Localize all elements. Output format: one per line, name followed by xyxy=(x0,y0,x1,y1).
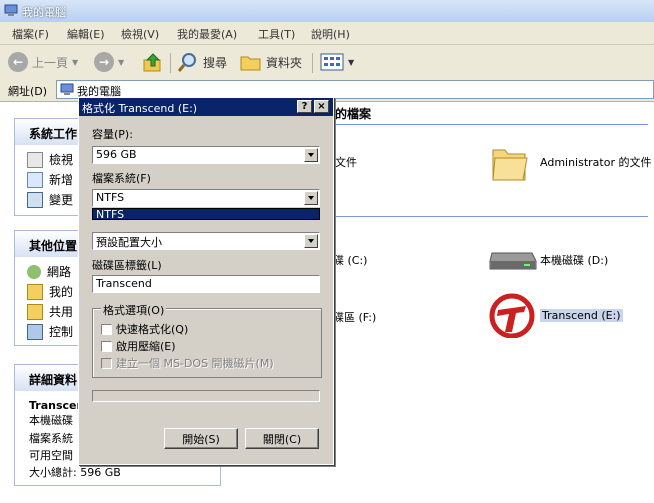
view-info-icon xyxy=(27,151,43,168)
chevron-down-icon: ▼ xyxy=(72,57,79,67)
checkbox-box[interactable] xyxy=(101,323,112,335)
menu-favorites[interactable]: 我的最愛(A) xyxy=(177,26,237,42)
filesystem-select[interactable]: NTFS xyxy=(92,189,320,207)
up-folder-icon xyxy=(143,53,161,72)
checkbox-box[interactable] xyxy=(101,340,112,352)
close-icon[interactable]: × xyxy=(314,100,329,113)
task-item-change[interactable]: 變更 xyxy=(27,191,73,208)
details-total: 大小總計: 596 GB xyxy=(29,466,121,479)
folders-button[interactable]: 資料夾 xyxy=(240,51,302,73)
drive-f-label[interactable]: 碟區 (F:) xyxy=(333,309,376,325)
search-icon xyxy=(177,53,196,72)
menu-view[interactable]: 檢視(V) xyxy=(121,26,159,42)
details-free: 可用空間 xyxy=(29,449,73,462)
drive-d-label[interactable]: 本機磁碟 (D:) xyxy=(540,252,608,268)
quick-format-checkbox[interactable]: 快速格式化(Q) xyxy=(101,321,188,337)
task-item-add[interactable]: 新增 xyxy=(27,171,73,188)
control-panel-icon xyxy=(27,323,43,340)
window-title: 我的電腦 xyxy=(22,6,66,19)
allocation-size-select[interactable]: 預設配置大小 xyxy=(92,232,320,250)
alloc-label-obscured xyxy=(92,220,320,230)
address-label: 網址(D) xyxy=(8,85,48,98)
toolbar: ← 上一頁 ▼ → ▼ 搜尋 資料夾 ▼ xyxy=(0,45,654,80)
chevron-down-icon[interactable] xyxy=(304,234,318,248)
menu-bar: 檔案(F) 編輯(E) 檢視(V) 我的最愛(A) 工具(T) 說明(H) xyxy=(0,22,654,45)
format-options-legend: 格式選項(O) xyxy=(101,302,167,318)
shared-folder-icon xyxy=(27,303,43,320)
format-options-group: 格式選項(O) 快速格式化(Q) 啟用壓縮(E) 建立一個 MS-DOS 開機磁… xyxy=(92,302,322,378)
help-button[interactable]: ? xyxy=(297,100,312,113)
task-item-view[interactable]: 檢視 xyxy=(27,151,73,168)
views-icon xyxy=(320,53,344,71)
section-divider xyxy=(323,124,648,125)
search-button[interactable]: 搜尋 xyxy=(177,51,227,73)
menu-edit[interactable]: 編輯(E) xyxy=(67,26,105,42)
menu-file[interactable]: 檔案(F) xyxy=(12,26,49,42)
settings-icon xyxy=(27,191,43,208)
network-icon xyxy=(27,264,41,279)
shared-docs-label[interactable]: 文件 xyxy=(335,154,357,170)
folder-icon[interactable] xyxy=(491,142,529,182)
chevron-down-icon: ▼ xyxy=(348,57,355,67)
details-name: Transcen xyxy=(29,399,85,412)
back-button[interactable]: ← 上一頁 ▼ xyxy=(8,51,78,73)
place-item-control[interactable]: 控制 xyxy=(27,323,73,340)
chevron-down-icon[interactable] xyxy=(304,191,318,205)
chevron-down-icon: ▼ xyxy=(118,57,125,67)
up-folder-button[interactable] xyxy=(142,51,164,73)
folder-icon xyxy=(27,283,43,300)
volume-label-label: 磁碟區標籤(L) xyxy=(92,259,162,272)
dialog-title: 格式化 Transcend (E:) xyxy=(82,102,198,115)
admin-docs-label[interactable]: Administrator 的文件 xyxy=(540,154,651,170)
chevron-down-icon[interactable] xyxy=(304,148,318,162)
toolbar-separator xyxy=(312,53,313,73)
close-button[interactable]: 關閉(C) xyxy=(245,428,319,449)
details-fs: 檔案系統 xyxy=(29,432,73,445)
forward-button[interactable]: → ▼ xyxy=(94,51,124,73)
back-arrow-icon: ← xyxy=(8,52,28,72)
volume-label-input[interactable]: Transcend xyxy=(92,275,320,293)
transcend-logo-icon[interactable] xyxy=(488,292,536,338)
add-program-icon xyxy=(27,171,43,188)
place-item-shared[interactable]: 共用 xyxy=(27,303,73,320)
filesystem-label: 檔案系統(F) xyxy=(92,172,151,185)
place-item-mydocs[interactable]: 我的 xyxy=(27,283,73,300)
place-item-network[interactable]: 網路 xyxy=(27,263,71,280)
folder-icon xyxy=(240,56,261,71)
hard-drive-icon[interactable] xyxy=(488,245,538,273)
menu-tools[interactable]: 工具(T) xyxy=(258,26,295,42)
format-dialog: 格式化 Transcend (E:) ? × 容量(P): 596 GB 檔案系… xyxy=(78,97,334,465)
menu-help[interactable]: 說明(H) xyxy=(311,26,350,42)
drive-c-label[interactable]: 碟 (C:) xyxy=(333,252,367,268)
enable-compression-checkbox[interactable]: 啟用壓縮(E) xyxy=(101,338,176,354)
details-type: 本機磁碟 xyxy=(29,414,73,427)
forward-arrow-icon: → xyxy=(94,52,114,72)
my-computer-icon xyxy=(4,4,18,16)
my-computer-icon xyxy=(60,83,74,95)
msdos-startup-checkbox: 建立一個 MS-DOS 開機磁片(M) xyxy=(101,355,274,371)
drive-e-label[interactable]: Transcend (E:) xyxy=(540,309,623,322)
dialog-titlebar[interactable]: 格式化 Transcend (E:) ? × xyxy=(79,98,333,116)
views-button[interactable]: ▼ xyxy=(320,51,354,73)
capacity-label: 容量(P): xyxy=(92,128,133,141)
capacity-select[interactable]: 596 GB xyxy=(92,146,320,164)
format-progress-bar xyxy=(92,390,320,402)
checkbox-box xyxy=(101,357,112,369)
window-titlebar[interactable]: 我的電腦 xyxy=(0,0,654,22)
filesystem-dropdown-option[interactable]: NTFS xyxy=(92,208,320,221)
toolbar-separator xyxy=(170,53,171,73)
start-button[interactable]: 開始(S) xyxy=(164,428,238,449)
section-divider xyxy=(323,216,648,217)
